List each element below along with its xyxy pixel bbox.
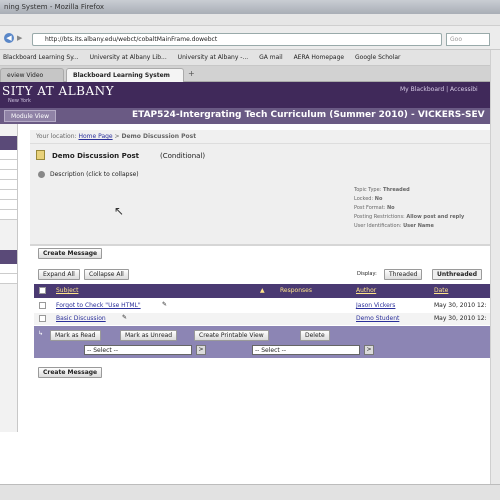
back-icon[interactable]: ◀ bbox=[4, 33, 14, 43]
course-title: ETAP524-Intergrating Tech Curriculum (Su… bbox=[132, 110, 485, 120]
collapse-icon[interactable] bbox=[38, 171, 45, 178]
threaded-button[interactable]: Threaded bbox=[384, 269, 423, 280]
bookmark-item[interactable]: Google Scholar bbox=[352, 54, 403, 61]
bookmark-item[interactable]: University at Albany Lib... bbox=[87, 54, 170, 61]
description-toggle[interactable]: Description (click to collapse) bbox=[50, 171, 139, 178]
go-button-2[interactable]: > bbox=[364, 345, 374, 355]
table-header: Subject ▲ Responses Author Date bbox=[34, 284, 500, 298]
table-row: Forgot to Check "Use HTML" ✎ Jason Vicke… bbox=[34, 300, 500, 312]
column-responses[interactable]: Responses bbox=[280, 287, 312, 294]
column-subject[interactable]: Subject bbox=[56, 287, 78, 294]
select-all-checkbox[interactable] bbox=[39, 287, 46, 294]
go-button-1[interactable]: > bbox=[196, 345, 206, 355]
mouse-cursor-icon: ↖ bbox=[114, 204, 125, 218]
display-label: Display: bbox=[357, 271, 377, 277]
bookmark-item[interactable]: University at Albany -... bbox=[175, 54, 252, 61]
mark-unread-button[interactable]: Mark as Unread bbox=[120, 330, 178, 341]
prop-value: Threaded bbox=[382, 187, 410, 193]
logo-subtitle: New York bbox=[8, 98, 31, 104]
breadcrumb: Your location: Home Page > Demo Discussi… bbox=[30, 130, 500, 144]
message-icon: ✎ bbox=[122, 314, 128, 321]
breadcrumb-current: Demo Discussion Post bbox=[121, 133, 197, 140]
table-row: Basic Discussion ✎ Demo Student May 30, … bbox=[34, 313, 500, 325]
url-text: http://bts.its.albany.edu/webct/cobaltMa… bbox=[45, 36, 218, 43]
breadcrumb-prefix: Your location: bbox=[36, 133, 77, 140]
message-author[interactable]: Demo Student bbox=[356, 315, 399, 322]
bookmarks-bar: Blackboard Learning Sy... University at … bbox=[0, 50, 500, 66]
prop-label: Posting Restrictions: bbox=[354, 214, 405, 220]
breadcrumb-home[interactable]: Home Page bbox=[78, 133, 112, 140]
prop-label: Topic Type: bbox=[354, 187, 382, 193]
bookmark-item[interactable]: GA mail bbox=[256, 54, 286, 61]
divider bbox=[30, 244, 500, 246]
breadcrumb-separator: > bbox=[114, 133, 120, 140]
unthreaded-button[interactable]: Unthreaded bbox=[432, 269, 483, 280]
tab-blackboard[interactable]: Blackboard Learning System bbox=[66, 68, 184, 82]
tab-review-video[interactable]: eview Video bbox=[0, 68, 64, 82]
message-date: May 30, 2010 12: bbox=[434, 302, 487, 309]
discussion-icon bbox=[36, 150, 45, 160]
expand-all-button[interactable]: Expand All bbox=[38, 269, 80, 280]
url-bar[interactable]: http://bts.its.albany.edu/webct/cobaltMa… bbox=[32, 33, 442, 46]
action-bar: ↳ Mark as Read Mark as Unread Create Pri… bbox=[34, 326, 500, 358]
topic-properties: Topic Type: Threaded Locked: No Post For… bbox=[354, 186, 494, 231]
status-bar bbox=[0, 484, 500, 500]
create-message-button[interactable]: Create Message bbox=[38, 248, 103, 259]
selected-arrow-icon: ↳ bbox=[38, 330, 44, 337]
create-message-button-bottom[interactable]: Create Message bbox=[38, 367, 103, 378]
prop-label: User Identification: bbox=[354, 223, 402, 229]
module-view-button[interactable]: Module View bbox=[4, 110, 56, 122]
column-date[interactable]: Date bbox=[434, 287, 448, 294]
collapse-all-button[interactable]: Collapse All bbox=[84, 269, 129, 280]
prop-label: Locked: bbox=[354, 196, 374, 202]
topic-title: Demo Discussion Post bbox=[52, 152, 140, 160]
delete-button[interactable]: Delete bbox=[300, 330, 330, 341]
row-checkbox[interactable] bbox=[39, 302, 46, 309]
bookmark-item[interactable]: Blackboard Learning Sy... bbox=[0, 54, 82, 61]
sort-icon[interactable]: ▲ bbox=[260, 287, 265, 294]
vertical-scrollbar[interactable] bbox=[490, 50, 500, 500]
message-subject[interactable]: Forgot to Check "Use HTML" bbox=[56, 302, 141, 309]
message-subject[interactable]: Basic Discussion bbox=[56, 315, 106, 322]
prop-label: Post Format: bbox=[354, 205, 386, 211]
window-titlebar: ning System - Mozilla Firefox bbox=[0, 0, 500, 14]
prop-value: Allow post and reply bbox=[406, 214, 465, 220]
topic-mode: (Conditional) bbox=[160, 152, 206, 160]
message-date: May 30, 2010 12: bbox=[434, 315, 487, 322]
message-icon: ✎ bbox=[162, 301, 168, 308]
prop-value: No bbox=[374, 196, 383, 202]
university-logo: SITY AT ALBANY bbox=[2, 84, 115, 98]
prop-value: User Name bbox=[403, 223, 434, 229]
prop-value: No bbox=[386, 205, 395, 211]
new-tab-button[interactable]: + bbox=[188, 69, 195, 78]
forward-icon[interactable]: ▶ bbox=[17, 34, 25, 42]
action-select-1[interactable]: -- Select -- bbox=[84, 345, 192, 355]
column-author[interactable]: Author bbox=[356, 287, 376, 294]
bookmark-item[interactable]: AERA Homepage bbox=[291, 54, 348, 61]
printable-view-button[interactable]: Create Printable View bbox=[194, 330, 269, 341]
action-select-2[interactable]: -- Select -- bbox=[252, 345, 360, 355]
course-menu-sidebar bbox=[0, 124, 18, 432]
mark-read-button[interactable]: Mark as Read bbox=[50, 330, 101, 341]
row-checkbox[interactable] bbox=[39, 315, 46, 322]
menu-bar bbox=[0, 14, 500, 26]
header-links[interactable]: My Blackboard | Accessibi bbox=[400, 86, 478, 93]
window-title: ning System - Mozilla Firefox bbox=[4, 3, 105, 11]
message-author[interactable]: Jason Vickers bbox=[356, 302, 395, 309]
search-box[interactable]: Goo bbox=[446, 33, 490, 46]
